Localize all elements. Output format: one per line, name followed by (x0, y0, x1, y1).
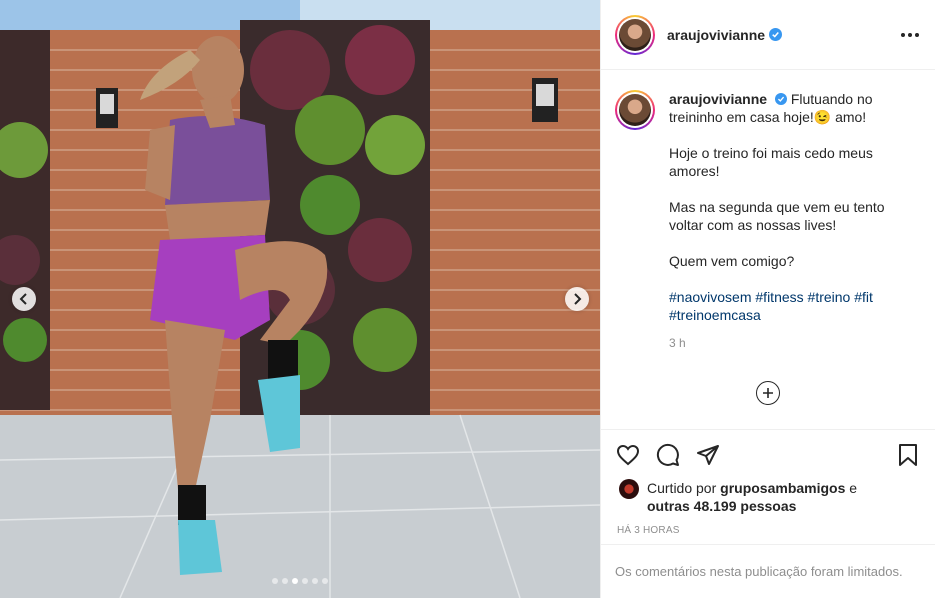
caption-paragraph: Hoje o treino foi mais cedo meus amores! (669, 145, 873, 179)
more-options-icon[interactable] (901, 32, 919, 37)
others-likes-link[interactable]: outras 48.199 pessoas (647, 498, 796, 514)
caption-section: araujovivianne Flutuando no treininho em… (601, 70, 935, 429)
caption-text: araujovivianne Flutuando no treininho em… (669, 90, 899, 342)
hashtag-link[interactable]: #fitness (755, 289, 803, 305)
caption-row: araujovivianne Flutuando no treininho em… (615, 90, 919, 342)
verified-badge-icon (774, 93, 787, 105)
post-side-panel: araujovivianne araujovivianne Flutuando … (600, 0, 935, 598)
carousel-dot (272, 578, 278, 584)
post-timestamp[interactable]: HÁ 3 HORAS (601, 515, 935, 544)
previous-slide-button[interactable] (12, 287, 36, 311)
paper-plane-icon[interactable] (695, 442, 721, 468)
chevron-left-icon (19, 293, 27, 305)
carousel-indicator (0, 578, 600, 584)
heart-icon[interactable] (615, 442, 641, 468)
plus-circle-icon[interactable] (756, 381, 780, 405)
caption-avatar[interactable] (615, 90, 655, 130)
chevron-right-icon (574, 293, 582, 305)
carousel-dot (302, 578, 308, 584)
liker-avatar[interactable] (619, 479, 639, 499)
workout-photo (0, 0, 600, 598)
next-slide-button[interactable] (565, 287, 589, 311)
hashtag-link[interactable]: #fit (854, 289, 873, 305)
hashtag-link[interactable]: #naovivosem (669, 289, 752, 305)
verified-badge-icon (769, 28, 783, 41)
header-username[interactable]: araujovivianne (667, 27, 765, 43)
likes-summary: Curtido por gruposambamigos e outras 48.… (601, 479, 935, 515)
hashtag-link[interactable]: #treino (808, 289, 851, 305)
liked-by-conjunction: e (849, 480, 858, 496)
bookmark-icon[interactable] (895, 442, 921, 468)
action-bar (601, 429, 935, 479)
carousel-dot (292, 578, 298, 584)
post-media[interactable] (0, 0, 600, 598)
hashtag-link[interactable]: #treinoemcasa (669, 307, 761, 323)
carousel-dot (312, 578, 318, 584)
hashtag-list: #naovivosem #fitness #treino #fit #trein… (669, 288, 899, 324)
post-header: araujovivianne (601, 0, 935, 70)
carousel-dot (322, 578, 328, 584)
instagram-post-modal: araujovivianne araujovivianne Flutuando … (0, 0, 935, 598)
comments-limited-notice: Os comentários nesta publicação foram li… (601, 544, 935, 598)
caption-paragraph: Quem vem comigo? (669, 253, 795, 269)
liked-by-user-link[interactable]: gruposambamigos (720, 480, 845, 496)
comment-icon[interactable] (655, 442, 681, 468)
likes-text: Curtido por gruposambamigos e outras 48.… (647, 479, 857, 515)
carousel-dot (282, 578, 288, 584)
caption-paragraph: Mas na segunda que vem eu tento voltar c… (669, 199, 885, 233)
liked-by-prefix: Curtido por (647, 480, 717, 496)
caption-username[interactable]: araujovivianne (669, 91, 767, 107)
avatar[interactable] (615, 14, 655, 55)
